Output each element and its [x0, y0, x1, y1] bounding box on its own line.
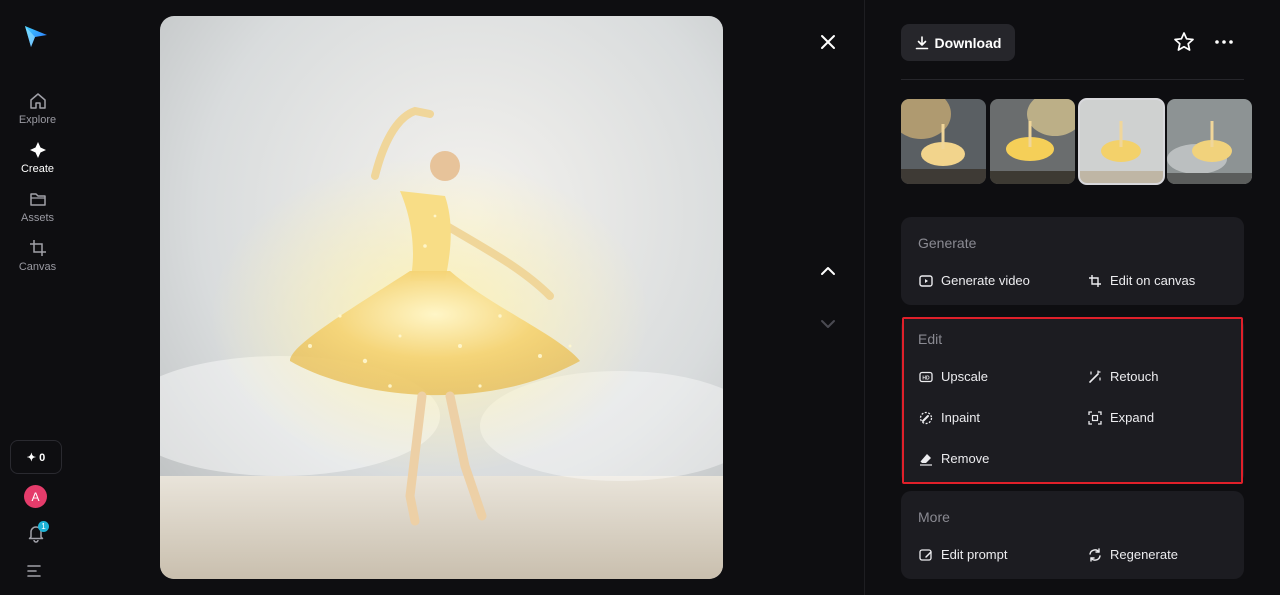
thumbnail-1[interactable] [901, 99, 986, 184]
thumbnail-4[interactable] [1167, 99, 1252, 184]
svg-text:HD: HD [922, 375, 930, 381]
sidebar-item-label: Assets [20, 212, 54, 224]
sidebar-item-label: Create [20, 163, 55, 175]
generated-image[interactable] [160, 16, 723, 579]
remove-button[interactable]: Remove [919, 451, 989, 466]
app-logo[interactable] [22, 22, 50, 50]
edit-on-canvas-button[interactable]: Edit on canvas [1088, 273, 1195, 288]
credits-button[interactable]: ✦ 0 [10, 440, 62, 474]
sidebar-item-explore[interactable]: Explore [0, 91, 75, 135]
edit-title: Edit [918, 331, 943, 347]
generate-title: Generate [918, 235, 977, 251]
star-icon[interactable] [1172, 30, 1196, 54]
edit-prompt-label: Edit prompt [941, 547, 1008, 562]
sparkle-icon [28, 140, 48, 160]
panel-divider [864, 0, 865, 595]
sidebar-item-label: Canvas [18, 261, 57, 273]
edit-icon [919, 548, 933, 562]
sidebar: Explore Create Assets Canvas ✦ 0 A 1 [0, 0, 75, 595]
thumbnail-2[interactable] [990, 99, 1075, 184]
notification-badge: 1 [38, 521, 49, 532]
magic-wand-icon [1088, 369, 1102, 384]
folder-icon [28, 189, 48, 209]
generate-card: Generate Generate video Edit on canvas [901, 217, 1244, 305]
retouch-button[interactable]: Retouch [1088, 369, 1158, 384]
expand-button[interactable]: Expand [1088, 410, 1154, 425]
sidebar-item-canvas[interactable]: Canvas [0, 238, 75, 282]
retouch-label: Retouch [1110, 369, 1159, 384]
sidebar-item-label: Explore [18, 114, 57, 126]
crop-icon [28, 238, 48, 258]
edit-on-canvas-label: Edit on canvas [1110, 273, 1196, 288]
download-label: Download [934, 34, 1002, 51]
more-card: More Edit prompt Regenerate [901, 491, 1244, 579]
chevron-up-icon[interactable] [816, 259, 840, 283]
upscale-button[interactable]: HD Upscale [919, 369, 988, 384]
thumbnail-3-selected[interactable] [1078, 98, 1165, 185]
hd-icon: HD [919, 370, 933, 384]
chevron-down-icon[interactable] [816, 312, 840, 336]
crop-icon [1088, 274, 1102, 288]
inpaint-button[interactable]: Inpaint [919, 410, 980, 425]
edit-card: Edit HD Upscale Retouch Inpaint Expand R… [901, 317, 1244, 484]
generate-video-button[interactable]: Generate video [919, 273, 1030, 288]
expand-label: Expand [1110, 410, 1155, 425]
close-icon[interactable] [816, 30, 840, 54]
app-window: Explore Create Assets Canvas ✦ 0 A 1 Dow… [0, 0, 1280, 595]
regenerate-label: Regenerate [1110, 547, 1178, 562]
download-button[interactable]: Download [901, 24, 1015, 61]
menu-icon[interactable] [27, 563, 43, 579]
remove-label: Remove [941, 451, 990, 466]
sidebar-item-assets[interactable]: Assets [0, 189, 75, 233]
refresh-icon [1088, 547, 1102, 562]
play-icon [919, 274, 933, 288]
more-icon[interactable] [1212, 30, 1236, 54]
header-divider [901, 79, 1244, 80]
avatar[interactable]: A [24, 485, 47, 508]
home-icon [28, 91, 48, 111]
inpaint-label: Inpaint [941, 410, 981, 425]
eraser-icon [919, 452, 933, 466]
download-icon [915, 35, 928, 49]
upscale-label: Upscale [941, 369, 988, 384]
more-title: More [918, 509, 950, 525]
brush-circle-icon [919, 411, 933, 425]
ballerina-image [160, 16, 723, 579]
sidebar-item-create[interactable]: Create [0, 140, 75, 184]
edit-prompt-button[interactable]: Edit prompt [919, 547, 1007, 562]
expand-icon [1088, 410, 1102, 425]
generate-video-label: Generate video [941, 273, 1030, 288]
regenerate-button[interactable]: Regenerate [1088, 547, 1178, 562]
